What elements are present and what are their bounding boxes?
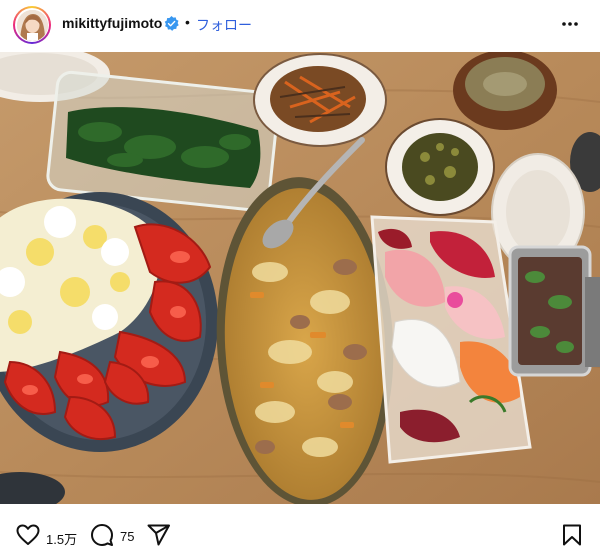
- separator-dot: •: [185, 14, 190, 30]
- username[interactable]: mikittyfujimoto: [62, 15, 162, 31]
- like-count[interactable]: 1.5万: [46, 529, 77, 548]
- heart-icon[interactable]: [16, 524, 40, 546]
- food-photo-illustration: [0, 52, 600, 504]
- avatar[interactable]: [13, 6, 51, 44]
- comment-count[interactable]: 75: [120, 529, 134, 544]
- miso-bowl: [453, 52, 557, 130]
- avatar-image: [16, 9, 48, 41]
- hijiki-plate: [385, 118, 495, 216]
- side-tray: [508, 245, 600, 377]
- comment-icon[interactable]: [90, 523, 114, 547]
- spinach-container: [46, 70, 280, 212]
- verified-badge-icon: [164, 16, 179, 31]
- share-icon[interactable]: [147, 524, 171, 546]
- follow-button[interactable]: フォロー: [196, 15, 252, 35]
- kinpira-plate: [253, 53, 387, 147]
- avatar-inner: [15, 8, 49, 42]
- action-bar: 1.5万 75: [0, 512, 600, 556]
- post-header: mikittyfujimoto • フォロー: [0, 0, 600, 52]
- bookmark-icon[interactable]: [562, 524, 582, 546]
- post-photo[interactable]: [0, 52, 600, 504]
- more-options-icon[interactable]: [560, 14, 580, 34]
